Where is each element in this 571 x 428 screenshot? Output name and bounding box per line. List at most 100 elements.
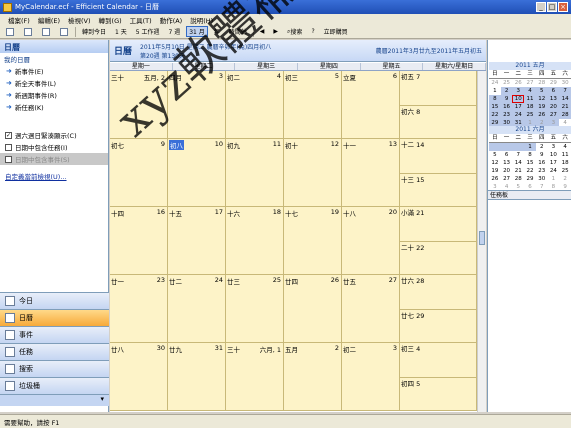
mini-day[interactable]: 22	[524, 167, 536, 175]
month-view-button[interactable]: 31 月	[186, 26, 208, 37]
day-cell[interactable]: 廿二 24	[168, 275, 226, 343]
forward-button[interactable]: ▶	[270, 26, 281, 37]
search-button[interactable]: ⌕ 搜索	[284, 26, 305, 37]
mini-day[interactable]: 14	[559, 95, 571, 103]
mini-day[interactable]: 2	[559, 175, 571, 183]
mini-day[interactable]: 6	[547, 87, 560, 95]
day-cell[interactable]: 十七 19	[284, 207, 342, 275]
mini-day[interactable]: 25	[524, 111, 536, 119]
menu-edit[interactable]: 編輯(E)	[34, 15, 64, 25]
mini-day[interactable]: 27	[547, 111, 560, 119]
mini-day[interactable]: 17	[512, 103, 525, 111]
new-recurring-event-link[interactable]: ➜ 新週期事件(R)	[0, 89, 108, 101]
mini-day[interactable]: 15	[489, 103, 501, 111]
open-button[interactable]	[21, 26, 36, 37]
mini-day[interactable]: 21	[512, 167, 524, 175]
saturday-slot[interactable]: 初三 4	[400, 343, 476, 377]
mini-day[interactable]: 5	[489, 151, 501, 159]
day-cell[interactable]: 廿三 25	[226, 275, 284, 343]
nav-search[interactable]: 搜索	[0, 360, 109, 377]
help-button[interactable]: ?	[308, 26, 317, 37]
day-cell[interactable]: 十六 18	[226, 207, 284, 275]
delete-button[interactable]	[39, 26, 54, 37]
mini-day[interactable]: 3	[512, 87, 525, 95]
sunday-slot[interactable]: 廿七 29	[400, 309, 476, 343]
minimize-button[interactable]: _	[536, 2, 546, 12]
mini-day[interactable]: 28	[512, 175, 524, 183]
mini-day[interactable]: 1	[548, 175, 560, 183]
day-cell[interactable]: 十一 13	[342, 139, 400, 207]
mini-day[interactable]: 12	[535, 95, 548, 103]
mini-day[interactable]: 4	[559, 143, 571, 151]
sunday-slot[interactable]: 二十 22	[400, 241, 476, 275]
mini-day[interactable]: 27	[501, 175, 513, 183]
mini-day[interactable]: 30	[559, 79, 571, 87]
mini-day[interactable]: 28	[559, 111, 571, 119]
saturday-slot[interactable]: 十二 14	[400, 139, 476, 173]
mini-day[interactable]: 28	[536, 79, 548, 87]
mini-day[interactable]: 5	[535, 87, 548, 95]
goto-today-button[interactable]: 轉到今日	[79, 26, 109, 37]
day-cell[interactable]: 廿八 30	[110, 343, 168, 411]
day-cell[interactable]: 廿五 27	[342, 275, 400, 343]
mini-day[interactable]: 19	[489, 167, 501, 175]
day-cell[interactable]: 初二 4	[226, 71, 284, 139]
mini-day[interactable]: 18	[524, 103, 536, 111]
menu-help[interactable]: 說明(H)	[186, 15, 217, 25]
mini-day[interactable]: 22	[489, 111, 501, 119]
day-cell[interactable]: 十八 20	[342, 207, 400, 275]
day-cell[interactable]: 廿九 31	[168, 343, 226, 411]
customize-view-link[interactable]: 自定義當前檢視(U)...	[0, 165, 108, 187]
day-cell[interactable]: 初九 11	[226, 139, 284, 207]
mini-day[interactable]: 27	[524, 79, 536, 87]
mini-day[interactable]: 24	[489, 79, 501, 87]
sunday-slot[interactable]: 初四 5	[400, 377, 476, 411]
day-cell[interactable]: 初二 3	[342, 343, 400, 411]
week-view-button[interactable]: 7 週	[165, 26, 183, 37]
weekend-cell[interactable]: 廿六 28 廿七 29	[400, 275, 477, 343]
mini-day[interactable]: 7	[512, 151, 524, 159]
day-cell[interactable]: 立夏 6	[342, 71, 400, 139]
include-events-checkbox[interactable]: 日期中包含事件(S)	[0, 153, 108, 165]
back-button[interactable]: ◀	[257, 26, 268, 37]
day-cell[interactable]: 十五 17	[168, 207, 226, 275]
mini-day[interactable]	[512, 143, 525, 151]
mini-day[interactable]: 26	[489, 175, 501, 183]
nav-calendar[interactable]: 日曆	[0, 309, 109, 326]
new-allday-event-link[interactable]: ➜ 新全天事件(L)	[0, 77, 108, 89]
day-cell[interactable]: 初七 9	[110, 139, 168, 207]
mini-day[interactable]: 23	[500, 111, 513, 119]
year-view-button[interactable]: 年	[211, 26, 223, 37]
mini-day[interactable]: 26	[512, 79, 524, 87]
mini-day[interactable]: 30	[536, 175, 548, 183]
mini-day[interactable]: 19	[535, 103, 548, 111]
print-button[interactable]	[57, 26, 72, 37]
nav-today[interactable]: 今日	[0, 292, 109, 309]
day-view-button[interactable]: 1 天	[112, 26, 130, 37]
day-cell[interactable]: 三十 五月, 2	[110, 71, 168, 139]
menu-view[interactable]: 檢視(V)	[64, 15, 95, 25]
mini-calendar-june[interactable]: 2011 六月 日一二三四五六 1 2 3 4 5 6 7 8 9 10 11 12 13 14 15 16 17…	[489, 126, 571, 191]
sunday-slot[interactable]: 初六 8	[400, 105, 476, 139]
compact-weekend-checkbox[interactable]: ✓ 週六週日緊湊顯示(C)	[0, 129, 108, 141]
day-cell[interactable]: 五月 2	[284, 343, 342, 411]
mini-day[interactable]: 29	[548, 79, 560, 87]
nav-events[interactable]: 事件	[0, 326, 109, 343]
day-cell[interactable]: 十四 16	[110, 207, 168, 275]
weekend-cell[interactable]: 小滿 21 二十 22	[400, 207, 477, 275]
day-cell[interactable]: 廿一 23	[110, 275, 168, 343]
mini-day[interactable]: 16	[536, 159, 548, 167]
mini-day[interactable]: 1	[489, 87, 501, 95]
mini-day[interactable]: 17	[548, 159, 560, 167]
new-event-link[interactable]: ➜ 新事件(E)	[0, 65, 108, 77]
menu-goto[interactable]: 轉到(G)	[95, 15, 126, 25]
day-cell[interactable]: 四月 3	[168, 71, 226, 139]
mini-day[interactable]: 15	[524, 159, 536, 167]
mini-day[interactable]: 21	[559, 103, 571, 111]
mini-day[interactable]: 14	[512, 159, 524, 167]
mini-day[interactable]: 2	[500, 87, 513, 95]
day-cell[interactable]: 初十 12	[284, 139, 342, 207]
mini-day[interactable]: 11	[559, 151, 571, 159]
menu-action[interactable]: 動作(A)	[156, 15, 187, 25]
mini-day[interactable]: 23	[536, 167, 548, 175]
